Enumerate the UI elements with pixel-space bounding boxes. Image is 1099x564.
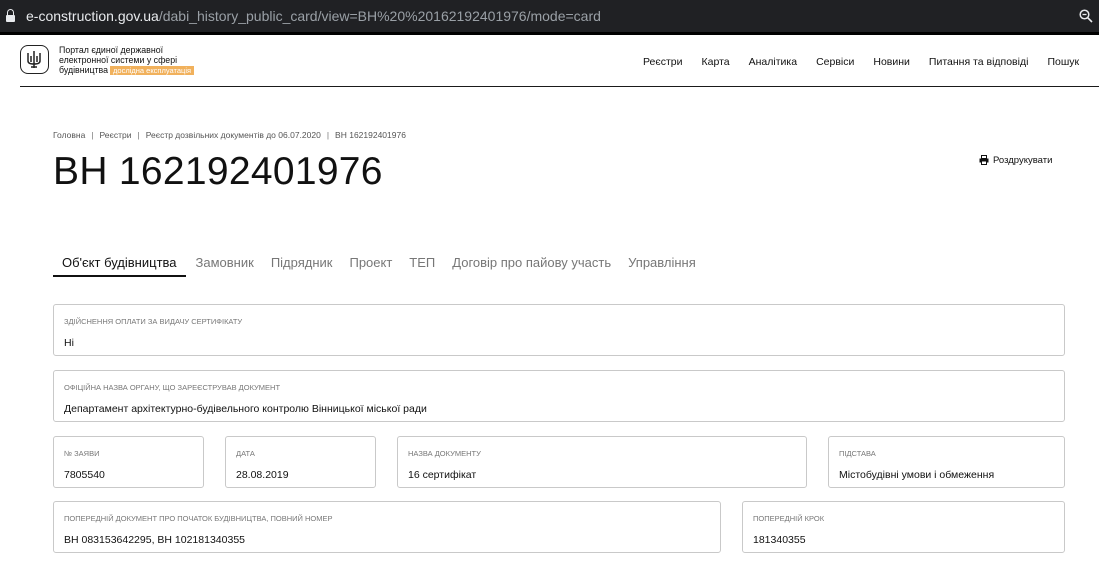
nav-item-news[interactable]: Новини [873, 56, 910, 68]
previous-document-field: Попередній документ про початок будівниц… [53, 501, 721, 553]
portal-name-line2: електронної системи у сфері [59, 55, 178, 65]
main-nav: Реєстри Карта Аналітика Сервіси Новини Питанн… [643, 56, 1098, 68]
print-label: Роздрукувати [993, 155, 1053, 166]
authority-field: Офіційна назва органу, що зареєстрував д… [53, 370, 1065, 422]
tab-contractor[interactable]: Підрядник [271, 255, 333, 275]
lock-icon [6, 9, 15, 22]
field-label: № заяви [64, 449, 100, 458]
tab-bar: Об'єкт будівництва Замовник Підрядник Проек… [53, 255, 713, 277]
application-number-field: № заяви 7805540 [53, 436, 204, 488]
url-text[interactable]: e-construction.gov.ua/dabi_history_publi… [26, 8, 601, 24]
basis-field: Підстава Містобудівні умови і обмеження [828, 436, 1065, 488]
previous-step-field: Попередній крок 181340355 [742, 501, 1065, 553]
breadcrumb: Головна | Реєстри | Реєстр дозвільних докуме… [53, 130, 406, 140]
field-label: Попередній крок [753, 514, 825, 523]
tab-equity-agreement[interactable]: Договір про пайову участь [452, 255, 611, 275]
breadcrumb-registry[interactable]: Реєстр дозвільних документів до 06.07.20… [146, 130, 321, 140]
zoom-icon[interactable] [1079, 9, 1093, 23]
field-label: Підстава [839, 449, 876, 458]
nav-item-services[interactable]: Сервіси [816, 56, 854, 68]
nav-item-analytics[interactable]: Аналітика [749, 56, 797, 68]
breadcrumb-home[interactable]: Головна [53, 130, 85, 140]
field-value: Ні [64, 337, 74, 349]
nav-item-search[interactable]: Пошук [1047, 56, 1079, 68]
field-label: Попередній документ про початок будівниц… [64, 514, 333, 523]
field-label: Здійснення оплати за видачу сертифікату [64, 317, 243, 326]
date-field: Дата 28.08.2019 [225, 436, 376, 488]
field-value: Департамент архітектурно-будівельного ко… [64, 403, 427, 415]
field-value: 7805540 [64, 469, 105, 481]
url-path: /dabi_history_public_card/view=BH%20%201… [158, 8, 601, 24]
page-title: ВН 162192401976 [53, 150, 383, 193]
field-label: Дата [236, 449, 255, 458]
print-button[interactable]: Роздрукувати [979, 155, 1052, 166]
field-label: Назва документу [408, 449, 481, 458]
field-value: 28.08.2019 [236, 469, 289, 481]
payment-field: Здійснення оплати за видачу сертифікату … [53, 304, 1065, 356]
site-header: Портал єдиної державної електронної сист… [20, 35, 1099, 87]
tab-management[interactable]: Управління [628, 255, 696, 275]
field-value: Містобудівні умови і обмеження [839, 469, 995, 481]
document-name-field: Назва документу 16 сертифікат [397, 436, 807, 488]
printer-icon [979, 155, 989, 165]
field-value: ВН 083153642295, ВН 102181340355 [64, 534, 245, 546]
portal-name[interactable]: Портал єдиної державної електронної сист… [59, 45, 195, 75]
nav-item-faq[interactable]: Питання та відповіді [929, 56, 1029, 68]
tab-construction-object[interactable]: Об'єкт будівництва [53, 255, 186, 277]
field-value: 16 сертифікат [408, 469, 477, 481]
breadcrumb-registries[interactable]: Реєстри [100, 130, 132, 140]
nav-item-map[interactable]: Карта [702, 56, 730, 68]
breadcrumb-current: ВН 162192401976 [335, 130, 406, 140]
beta-badge: дослідна експлуатація [110, 66, 195, 75]
trident-logo-icon[interactable] [20, 45, 49, 74]
portal-name-line3: будівництва [59, 65, 109, 75]
browser-address-bar[interactable]: e-construction.gov.ua/dabi_history_publi… [0, 0, 1099, 32]
field-value: 181340355 [753, 534, 806, 546]
url-host: e-construction.gov.ua [26, 8, 159, 24]
tab-tep[interactable]: ТЕП [409, 255, 435, 275]
portal-name-line1: Портал єдиної державної [59, 45, 164, 55]
tab-project[interactable]: Проект [349, 255, 392, 275]
tab-customer[interactable]: Замовник [196, 255, 254, 275]
nav-item-registries[interactable]: Реєстри [643, 56, 683, 68]
field-label: Офіційна назва органу, що зареєстрував д… [64, 383, 281, 392]
